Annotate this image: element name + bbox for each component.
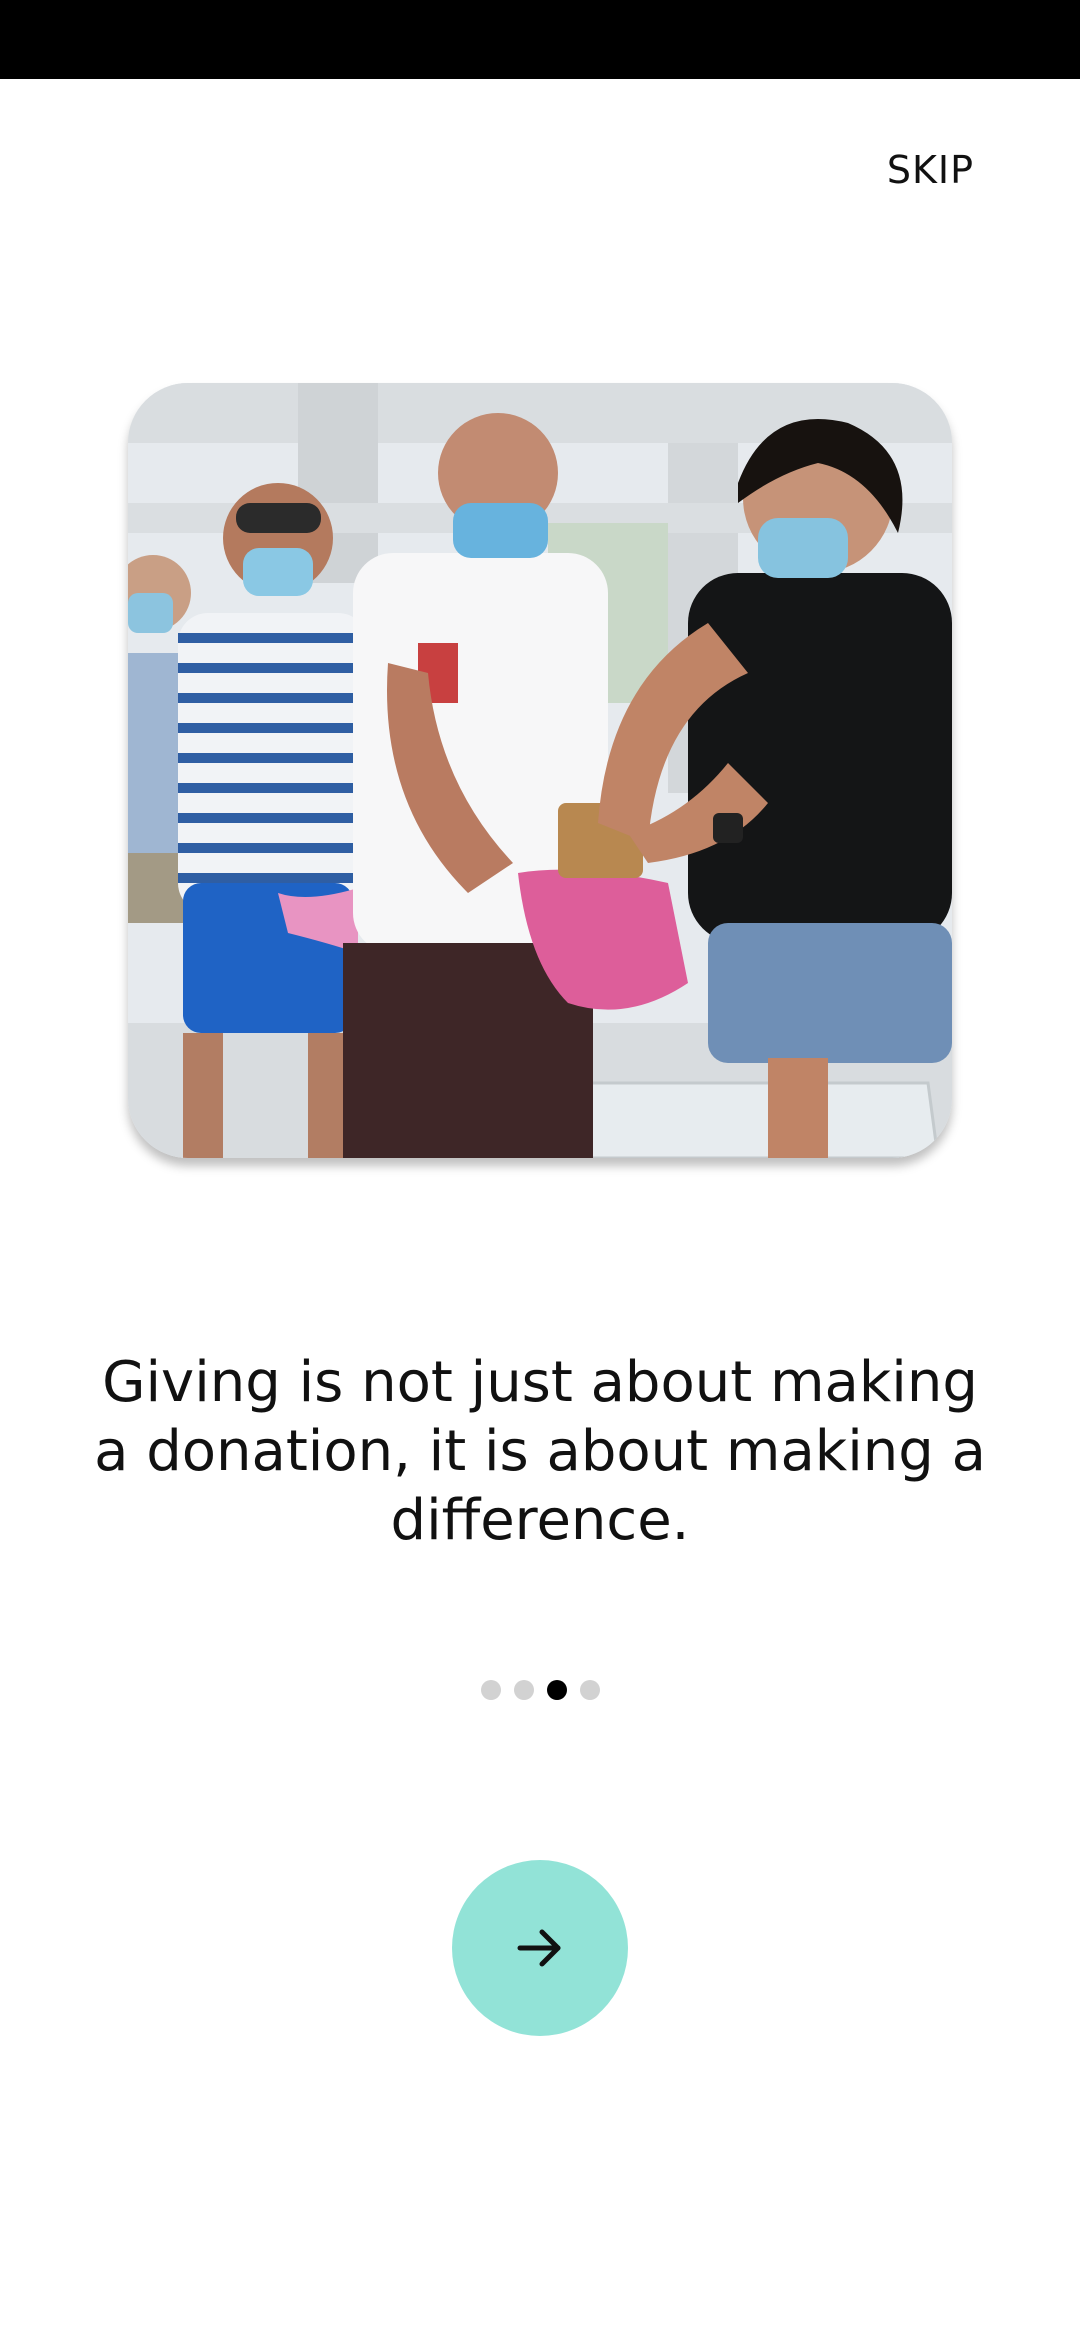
next-button[interactable] bbox=[452, 1860, 628, 2036]
page-indicator-dot bbox=[480, 1680, 501, 1700]
page-indicator-dot bbox=[513, 1680, 534, 1700]
onboarding-screen: SKIP Giving is not just about making a d… bbox=[0, 0, 1080, 2340]
skip-button[interactable]: SKIP bbox=[887, 148, 974, 192]
page-indicator-dot-active bbox=[546, 1680, 567, 1700]
status-bar bbox=[0, 0, 1080, 79]
page-indicator bbox=[0, 1680, 1080, 1700]
arrow-right-icon bbox=[517, 1929, 561, 1967]
onboarding-image bbox=[128, 383, 952, 1158]
page-indicator-dot bbox=[579, 1680, 600, 1700]
onboarding-headline: Giving is not just about making a donati… bbox=[94, 1350, 986, 1553]
photo-volunteers-icon bbox=[128, 383, 952, 1158]
